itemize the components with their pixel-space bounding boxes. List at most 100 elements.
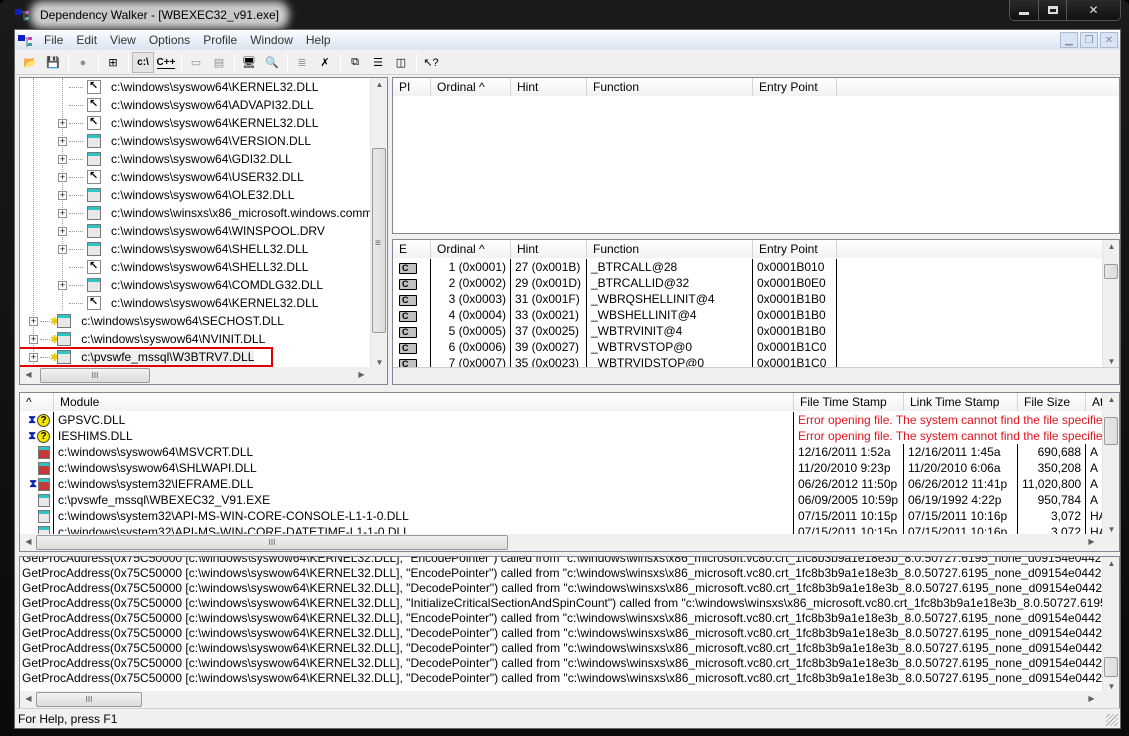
scroll-down-arrow[interactable]: ▼ [1103, 357, 1119, 366]
expand-button[interactable]: + [58, 190, 67, 200]
scroll-right-arrow[interactable]: ▶ [1083, 537, 1100, 546]
module-row[interactable]: ⧗? GPSVC.DLL Error opening file. The syste… [20, 412, 1116, 428]
module-row[interactable]: c:\windows\syswow64\SHLWAPI.DLL 11/20/201… [20, 460, 1116, 476]
expand-button[interactable]: + [58, 172, 67, 182]
tree-node[interactable]: + c:\windows\syswow64\USER32.DLL [58, 168, 304, 186]
menu-file[interactable]: File [38, 33, 70, 47]
export-row[interactable]: C 2 (0x0002) 29 (0x001D) _BTRCALLID@32 0x000… [393, 275, 837, 291]
maximize-button[interactable] [1038, 0, 1066, 20]
menu-options[interactable]: Options [143, 33, 197, 47]
scroll-right-arrow[interactable]: ▶ [353, 370, 370, 379]
tree-node[interactable]: + c:\windows\syswow64\KERNEL32.DLL [58, 114, 318, 132]
open-button[interactable]: 📂 [19, 52, 41, 73]
tree-node[interactable]: c:\windows\syswow64\KERNEL32.DLL [58, 78, 318, 96]
column-header[interactable]: ^ [20, 393, 54, 411]
context-help-button[interactable]: ↖? [420, 52, 442, 73]
mdi-minimize-button[interactable]: ▁ [1060, 32, 1078, 48]
tree-node[interactable]: + c:\windows\syswow64\VERSION.DLL [58, 132, 311, 150]
scroll-thumb[interactable]: III [36, 692, 142, 707]
view-full-paths-tree-button[interactable]: ⊞ [102, 52, 124, 73]
expand-button[interactable]: + [58, 154, 67, 164]
module-list[interactable]: ^ Module File Time Stamp Link Time Stamp Fil… [19, 392, 1120, 552]
menu-profile[interactable]: Profile [197, 33, 244, 47]
auto-expand-button[interactable]: ▭ [185, 52, 207, 73]
scroll-right-arrow[interactable]: ▶ [1083, 694, 1100, 703]
menu-help[interactable]: Help [300, 33, 338, 47]
vertical-scrollbar[interactable]: ▲ ▼ [1102, 557, 1119, 693]
full-paths-button[interactable]: c:\ [132, 52, 154, 73]
module-row[interactable]: c:\pvswfe_mssql\WBEXEC32_V91.EXE 06/09/20… [20, 492, 1116, 508]
vertical-scrollbar[interactable]: ▲ ▼ ≡ [370, 78, 387, 369]
expand-button[interactable]: + [58, 118, 67, 128]
scroll-left-arrow[interactable]: ◀ [20, 694, 37, 703]
expand-button[interactable]: + [58, 244, 67, 254]
scroll-up-arrow[interactable]: ▲ [371, 80, 387, 89]
column-header[interactable]: E [393, 240, 431, 258]
column-header[interactable]: Link Time Stamp [904, 393, 1018, 411]
properties-button[interactable]: ▤ [208, 52, 230, 73]
tile-vertical-button[interactable]: ◫ [390, 52, 412, 73]
scroll-thumb[interactable]: III [40, 368, 150, 383]
mdi-restore-button[interactable]: ❐ [1080, 32, 1098, 48]
document-icon[interactable] [18, 34, 34, 47]
menu-edit[interactable]: Edit [70, 33, 104, 47]
exports-list[interactable]: E Ordinal ^ Hint Function Entry Point C 1 (0x0… [392, 239, 1120, 385]
cascade-button[interactable]: ⧉ [344, 52, 366, 73]
column-header[interactable]: Function [587, 78, 753, 96]
tree-node[interactable]: + c:\windows\syswow64\WINSPOOL.DRV [58, 222, 325, 240]
export-row[interactable]: C 6 (0x0006) 39 (0x0027) _WBTRVSTOP@0 0x0001… [393, 339, 837, 355]
horizontal-scrollbar[interactable]: ◀ ▶ III [20, 367, 372, 384]
mdi-close-button[interactable]: ✕ [1100, 32, 1118, 48]
scroll-thumb[interactable] [1104, 657, 1118, 677]
horizontal-scrollbar[interactable]: ◀ ▶ III [20, 534, 1104, 551]
module-row[interactable]: c:\windows\system32\API-MS-WIN-CORE-CONS… [20, 508, 1116, 524]
export-row[interactable]: C 4 (0x0004) 33 (0x0021) _WBSHELLINIT@4 0x00… [393, 307, 837, 323]
tree-node[interactable]: + c:\windows\syswow64\OLE32.DLL [58, 186, 294, 204]
tree-node[interactable]: c:\windows\syswow64\SHELL32.DLL [58, 258, 308, 276]
scroll-up-arrow[interactable]: ▲ [1103, 559, 1119, 568]
column-header[interactable]: Function [587, 240, 753, 258]
expand-button[interactable]: + [58, 226, 67, 236]
copy-button[interactable]: ● [72, 52, 94, 73]
scroll-down-arrow[interactable]: ▼ [1103, 525, 1119, 534]
tree-node[interactable]: + c:\windows\syswow64\COMDLG32.DLL [58, 276, 323, 294]
scroll-thumb[interactable] [1104, 264, 1118, 279]
module-row[interactable]: c:\windows\syswow64\MSVCRT.DLL 12/16/2011… [20, 444, 1116, 460]
module-dependency-tree[interactable]: c:\windows\syswow64\KERNEL32.DLL c:\windo… [19, 77, 388, 385]
tree-node[interactable]: + ✱ c:\windows\syswow64\SECHOST.DLL [29, 312, 284, 330]
resize-grip[interactable] [1106, 714, 1118, 726]
tree-node[interactable]: + ✱ c:\windows\syswow64\NVINIT.DLL [29, 330, 265, 348]
scroll-down-arrow[interactable]: ▼ [371, 358, 387, 367]
tree-node[interactable]: c:\windows\syswow64\ADVAPI32.DLL [58, 96, 314, 114]
scroll-left-arrow[interactable]: ◀ [20, 537, 37, 546]
scroll-left-arrow[interactable]: ◀ [20, 370, 37, 379]
column-header[interactable]: PI [393, 78, 431, 96]
module-row[interactable]: ⧗? IESHIMS.DLL Error opening file. The sys… [20, 428, 1116, 444]
export-row[interactable]: C 1 (0x0001) 27 (0x001B) _BTRCALL@28 0x0001B… [393, 259, 837, 275]
close-button[interactable]: ✕ [1066, 0, 1120, 20]
tree-node[interactable]: + c:\windows\syswow64\GDI32.DLL [58, 150, 292, 168]
column-header[interactable]: Entry Point [753, 78, 837, 96]
log-view[interactable]: GetProcAddress(0x75C50000 [c:\windows\sy… [19, 556, 1120, 709]
tree-node[interactable]: c:\windows\syswow64\KERNEL32.DLL [58, 294, 318, 312]
scroll-thumb[interactable]: III [36, 535, 508, 550]
scroll-thumb[interactable] [1104, 417, 1118, 445]
expand-button[interactable]: + [58, 280, 67, 290]
expand-button[interactable]: + [58, 136, 67, 146]
tree-node[interactable]: + c:\windows\syswow64\SHELL32.DLL [58, 240, 308, 258]
column-header[interactable]: Hint [511, 240, 587, 258]
column-header[interactable]: File Time Stamp [794, 393, 904, 411]
save-button[interactable]: 💾 [42, 52, 64, 73]
terminate-button[interactable]: ✗ [314, 52, 336, 73]
expand-button[interactable]: + [58, 208, 67, 218]
scroll-up-arrow[interactable]: ▲ [1103, 242, 1119, 251]
export-row[interactable]: C 5 (0x0005) 37 (0x0025) _WBTRVINIT@4 0x0001… [393, 323, 837, 339]
column-header[interactable]: Ordinal ^ [431, 78, 511, 96]
export-row[interactable]: C 3 (0x0003) 31 (0x001F) _WBRQSHELLINIT@4 0x… [393, 291, 837, 307]
horizontal-scrollbar[interactable]: ◀ ▶ III [20, 691, 1104, 708]
scroll-up-arrow[interactable]: ▲ [1103, 395, 1119, 404]
undecorate-cpp-button[interactable]: C++ [155, 52, 177, 73]
menu-view[interactable]: View [104, 33, 143, 47]
column-header[interactable]: Hint [511, 78, 587, 96]
expand-button[interactable]: + [29, 316, 38, 326]
